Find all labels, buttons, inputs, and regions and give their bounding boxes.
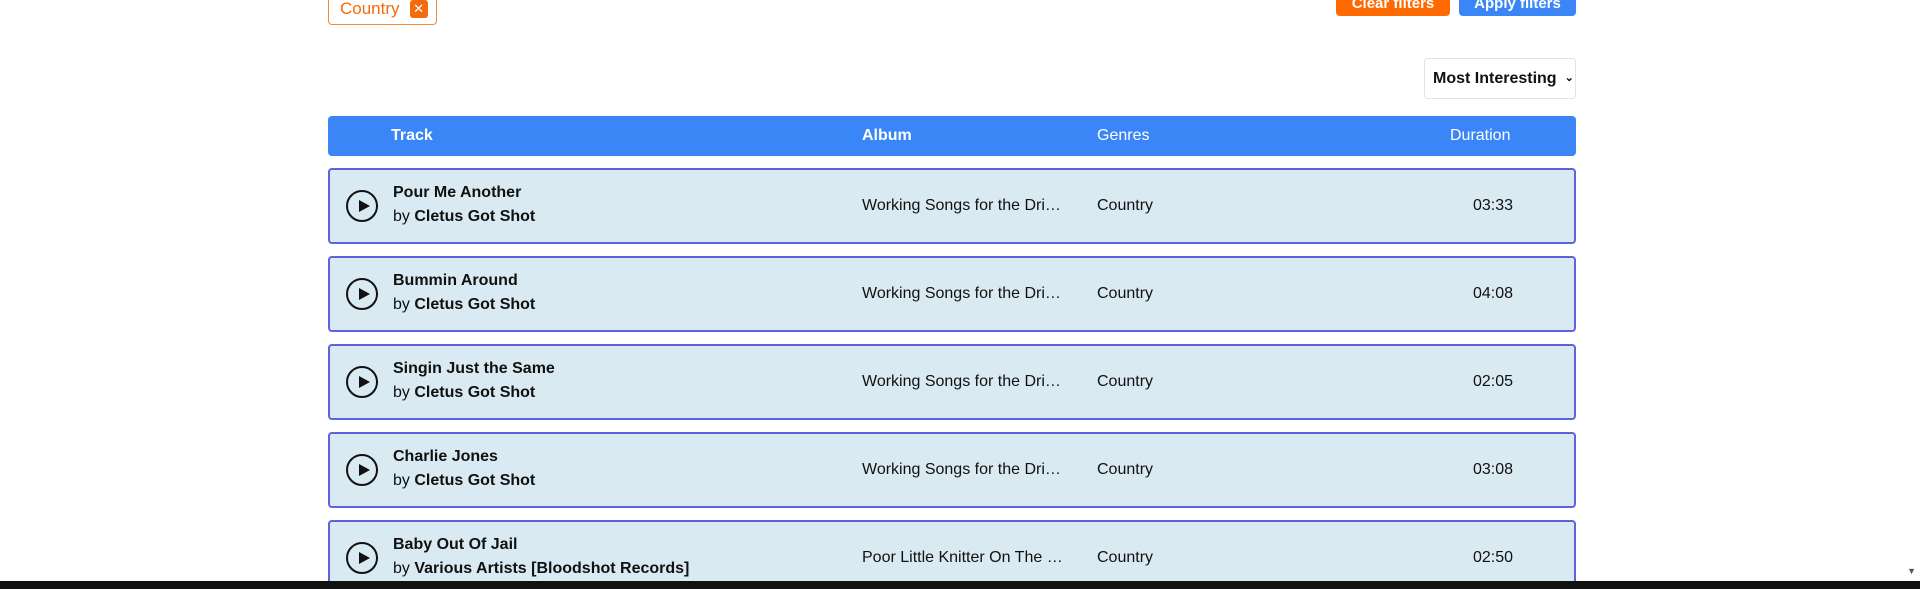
track-genre: Country	[1097, 461, 1154, 478]
clear-filters-button[interactable]: Clear filters	[1336, 0, 1450, 16]
apply-filters-button[interactable]: Apply filters	[1459, 0, 1576, 16]
column-header-duration: Duration	[1450, 127, 1511, 144]
by-prefix: by	[393, 384, 410, 401]
chevron-down-icon: ⌄	[1564, 72, 1574, 84]
play-icon[interactable]	[346, 542, 378, 574]
play-icon[interactable]	[346, 278, 378, 310]
track-album[interactable]: Poor Little Knitter On The Road	[862, 549, 1066, 567]
track-artist[interactable]: Cletus Got Shot	[414, 208, 535, 225]
track-row[interactable]: Baby Out Of Jail by Various Artists [Blo…	[328, 520, 1576, 589]
page-scrollbar[interactable]: ▼	[1900, 0, 1920, 581]
by-prefix: by	[393, 472, 410, 489]
track-duration: 02:50	[1473, 549, 1514, 566]
bottom-bar	[0, 581, 1920, 589]
sort-select[interactable]: Most Interesting ⌄	[1424, 58, 1576, 99]
track-artist[interactable]: Cletus Got Shot	[414, 384, 535, 401]
filter-chip-label: Country	[340, 0, 400, 18]
track-row[interactable]: Pour Me Another by Cletus Got Shot Worki…	[328, 168, 1576, 244]
track-duration: 04:08	[1473, 285, 1514, 302]
track-artist[interactable]: Cletus Got Shot	[414, 472, 535, 489]
track-title[interactable]: Singin Just the Same	[393, 360, 555, 378]
table-header: Track Album Genres Duration	[328, 116, 1576, 156]
track-title[interactable]: Bummin Around	[393, 272, 518, 290]
sort-selected-value: Most Interesting	[1433, 69, 1557, 87]
play-icon[interactable]	[346, 454, 378, 486]
track-title[interactable]: Baby Out Of Jail	[393, 536, 517, 554]
column-header-track: Track	[391, 127, 433, 144]
track-row[interactable]: Bummin Around by Cletus Got Shot Working…	[328, 256, 1576, 332]
by-prefix: by	[393, 560, 410, 577]
track-artist-line: by Cletus Got Shot	[393, 208, 535, 226]
track-row[interactable]: Charlie Jones by Cletus Got Shot Working…	[328, 432, 1576, 508]
track-album[interactable]: Working Songs for the Drinking Class	[862, 197, 1066, 215]
track-duration: 03:33	[1473, 197, 1514, 214]
filter-chip-country: Country ✕	[328, 0, 437, 25]
track-genre: Country	[1097, 373, 1154, 390]
play-icon[interactable]	[346, 190, 378, 222]
track-list: Pour Me Another by Cletus Got Shot Worki…	[328, 168, 1576, 589]
track-artist-line: by Cletus Got Shot	[393, 472, 535, 490]
track-artist-line: by Various Artists [Bloodshot Records]	[393, 560, 689, 578]
track-album[interactable]: Working Songs for the Drinking Class	[862, 285, 1066, 303]
scroll-down-arrow-icon[interactable]: ▼	[1907, 566, 1916, 576]
track-title[interactable]: Pour Me Another	[393, 184, 521, 202]
track-album[interactable]: Working Songs for the Drinking Class	[862, 373, 1066, 391]
column-header-genres: Genres	[1097, 127, 1150, 144]
track-artist[interactable]: Various Artists [Bloodshot Records]	[414, 560, 689, 577]
track-genre: Country	[1097, 549, 1154, 566]
track-artist-line: by Cletus Got Shot	[393, 296, 535, 314]
by-prefix: by	[393, 208, 410, 225]
track-title[interactable]: Charlie Jones	[393, 448, 498, 466]
play-icon[interactable]	[346, 366, 378, 398]
track-duration: 02:05	[1473, 373, 1514, 390]
track-genre: Country	[1097, 197, 1154, 214]
close-icon[interactable]: ✕	[409, 0, 428, 18]
track-artist[interactable]: Cletus Got Shot	[414, 296, 535, 313]
track-row[interactable]: Singin Just the Same by Cletus Got Shot …	[328, 344, 1576, 420]
track-artist-line: by Cletus Got Shot	[393, 384, 535, 402]
track-genre: Country	[1097, 285, 1154, 302]
by-prefix: by	[393, 296, 410, 313]
track-duration: 03:08	[1473, 461, 1514, 478]
column-header-album: Album	[862, 127, 912, 144]
track-album[interactable]: Working Songs for the Drinking Class	[862, 461, 1066, 479]
